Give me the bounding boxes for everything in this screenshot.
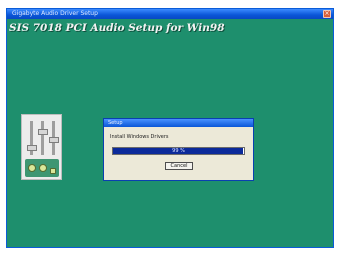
close-button[interactable]: × bbox=[323, 10, 331, 18]
close-icon: × bbox=[324, 10, 330, 17]
dialog-titlebar[interactable]: Setup bbox=[104, 119, 253, 127]
setup-window: Gigabyte Audio Driver Setup × SIS 7018 P… bbox=[6, 8, 334, 248]
cancel-button[interactable]: Cancel bbox=[165, 162, 193, 170]
install-dialog: Setup Install Windows Drivers 99 % Cance… bbox=[103, 118, 254, 181]
audio-mixer-icon bbox=[21, 114, 62, 180]
setup-heading: SIS 7018 PCI Audio Setup for Win98 bbox=[9, 22, 225, 34]
dialog-title: Setup bbox=[108, 120, 123, 126]
dialog-message: Install Windows Drivers bbox=[110, 134, 169, 140]
window-titlebar[interactable]: Gigabyte Audio Driver Setup × bbox=[7, 9, 333, 19]
install-progress-bar: 99 % bbox=[112, 147, 245, 155]
progress-text: 99 % bbox=[172, 148, 185, 154]
window-title: Gigabyte Audio Driver Setup bbox=[12, 10, 98, 17]
